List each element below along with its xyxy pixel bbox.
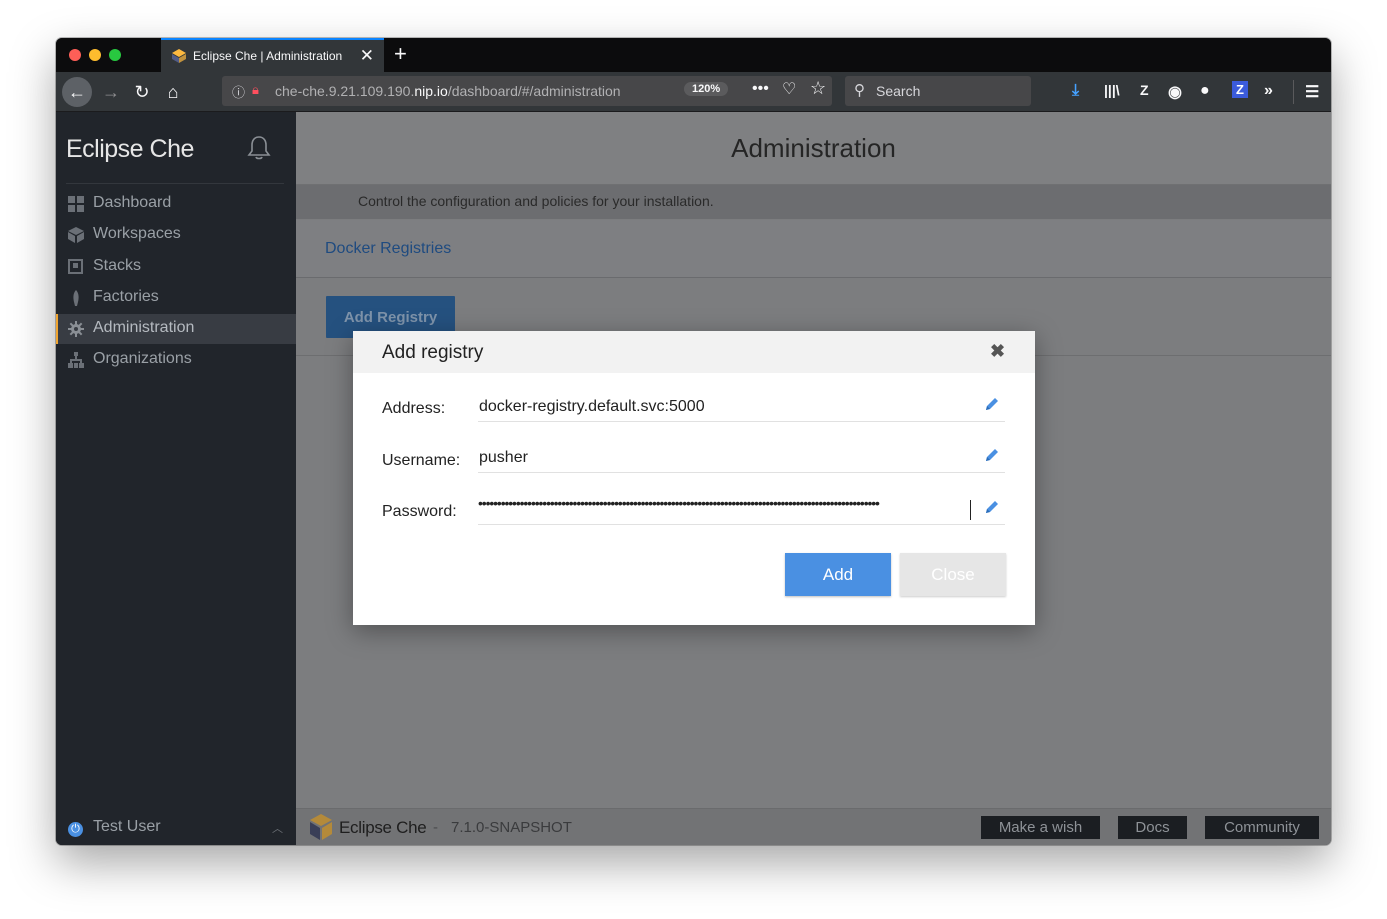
- search-bar[interactable]: ⚲ Search: [845, 76, 1031, 106]
- sidebar-item-label: Workspaces: [93, 225, 181, 242]
- download-icon[interactable]: ⤓: [1072, 82, 1079, 100]
- footer-separator: -: [433, 819, 438, 836]
- docs-button[interactable]: Docs: [1118, 816, 1187, 839]
- pencil-icon[interactable]: [984, 499, 1000, 515]
- chevron-up-icon[interactable]: ︿: [272, 820, 283, 836]
- org-icon: [68, 352, 84, 368]
- sidebar: Eclipse Che Dashboard Workspaces Stacks …: [56, 112, 296, 845]
- footer: Eclipse Che - 7.1.0-SNAPSHOT Make a wish…: [296, 808, 1331, 845]
- pencil-icon[interactable]: [984, 396, 1000, 412]
- dashboard-icon: [68, 196, 84, 212]
- community-button[interactable]: Community: [1205, 816, 1319, 839]
- search-placeholder: Search: [876, 83, 921, 99]
- bookmark-star-icon[interactable]: ☆: [810, 78, 826, 99]
- insecure-lock-icon[interactable]: 🔒︎: [252, 82, 259, 98]
- che-logo-icon: [310, 814, 332, 840]
- toolbar-divider: [1293, 80, 1294, 104]
- address-value: docker-registry.default.svc:5000: [479, 398, 705, 415]
- reload-button[interactable]: ↻: [131, 72, 153, 112]
- url-text[interactable]: che-che.9.21.109.190.nip.io/dashboard/#/…: [275, 83, 621, 99]
- sidebar-item-dashboard[interactable]: Dashboard: [56, 189, 296, 219]
- tab-title: Eclipse Che | Administration: [193, 49, 343, 63]
- dialog-title: Add registry: [382, 342, 484, 363]
- zotero-z-icon[interactable]: Z: [1232, 81, 1248, 98]
- minimize-window-button[interactable]: [89, 49, 101, 61]
- dialog-header: Add registry ✖: [353, 331, 1035, 373]
- tab-bar: Docker Registries: [296, 220, 1331, 278]
- password-field[interactable]: ••••••••••••••••••••••••••••••••••••••••…: [478, 495, 1005, 525]
- sidebar-item-factories[interactable]: Factories: [56, 283, 296, 313]
- address-field[interactable]: docker-registry.default.svc:5000: [478, 392, 1005, 422]
- password-label: Password:: [382, 503, 457, 520]
- cube-icon: [68, 227, 84, 243]
- sidebar-item-label: Stacks: [93, 257, 142, 274]
- new-tab-button[interactable]: +: [394, 41, 407, 67]
- sidebar-item-label: Factories: [93, 288, 159, 305]
- page-header: Administration: [296, 112, 1331, 185]
- tab-close-icon[interactable]: ✕: [360, 46, 374, 66]
- info-icon[interactable]: ⓘ: [232, 82, 245, 101]
- gear-icon: [68, 321, 84, 337]
- sidebar-item-stacks[interactable]: Stacks: [56, 252, 296, 282]
- add-button[interactable]: Add: [785, 553, 891, 596]
- username-value: pusher: [479, 449, 528, 466]
- power-icon: ⏻: [68, 822, 83, 837]
- zotero-icon[interactable]: Z: [1140, 82, 1149, 98]
- text-caret: [970, 500, 971, 520]
- overflow-icon[interactable]: »: [1264, 82, 1273, 100]
- username-field[interactable]: pusher: [478, 443, 1005, 473]
- account-icon[interactable]: ◉: [1168, 82, 1182, 102]
- forward-button[interactable]: →: [100, 72, 122, 112]
- page-subtitle-bar: Control the configuration and policies f…: [296, 185, 1331, 219]
- user-name: Test User: [93, 818, 161, 835]
- username-label: Username:: [382, 452, 461, 469]
- tab-docker-registries[interactable]: Docker Registries: [325, 240, 451, 258]
- rocket-icon: [73, 290, 79, 306]
- page-subtitle: Control the configuration and policies f…: [358, 193, 714, 209]
- tab-strip: Eclipse Che | Administration ✕ +: [56, 38, 1331, 72]
- home-button[interactable]: ⌂: [161, 72, 185, 112]
- make-a-wish-button[interactable]: Make a wish: [981, 816, 1100, 839]
- sidebar-item-workspaces[interactable]: Workspaces: [56, 220, 296, 250]
- browser-tab[interactable]: Eclipse Che | Administration ✕: [161, 38, 384, 72]
- sidebar-item-label: Administration: [93, 319, 195, 336]
- user-menu[interactable]: ⏻ Test User ︿: [56, 814, 296, 844]
- stack-icon: [68, 259, 83, 274]
- sidebar-item-label: Organizations: [93, 350, 192, 367]
- pocket-icon[interactable]: ♡: [782, 79, 796, 99]
- sidebar-item-label: Dashboard: [93, 194, 172, 211]
- bell-icon[interactable]: [246, 134, 272, 162]
- pencil-icon[interactable]: [984, 447, 1000, 463]
- address-label: Address:: [382, 400, 446, 417]
- password-value: ••••••••••••••••••••••••••••••••••••••••…: [478, 495, 880, 511]
- footer-brand: Eclipse Che: [339, 818, 427, 837]
- sidebar-divider: [66, 183, 284, 184]
- add-registry-dialog: Add registry ✖ Address: docker-registry.…: [353, 331, 1035, 625]
- zoom-window-button[interactable]: [109, 49, 121, 61]
- close-icon[interactable]: ✖: [990, 341, 1005, 362]
- footer-version: 7.1.0-SNAPSHOT: [451, 819, 572, 836]
- che-favicon-icon: [172, 49, 186, 63]
- page-title: Administration: [731, 133, 896, 163]
- close-window-button[interactable]: [69, 49, 81, 61]
- nav-bar: ← → ↻ ⌂ ⓘ 🔒︎ che-che.9.21.109.190.nip.io…: [56, 72, 1331, 112]
- url-bar[interactable]: ⓘ 🔒︎ che-che.9.21.109.190.nip.io/dashboa…: [222, 76, 832, 106]
- sidebar-item-organizations[interactable]: Organizations: [56, 345, 296, 375]
- zoom-level-badge[interactable]: 120%: [684, 82, 729, 96]
- menu-icon[interactable]: ☰: [1305, 82, 1319, 102]
- search-icon: ⚲: [854, 82, 865, 99]
- brand-title[interactable]: Eclipse Che: [66, 135, 194, 164]
- github-icon[interactable]: ●: [1200, 82, 1210, 100]
- close-button[interactable]: Close: [900, 553, 1006, 596]
- sidebar-item-administration[interactable]: Administration: [56, 314, 296, 344]
- back-button[interactable]: ←: [62, 77, 92, 107]
- library-icon[interactable]: |||\: [1104, 82, 1120, 98]
- page-actions-menu-icon[interactable]: •••: [752, 80, 769, 98]
